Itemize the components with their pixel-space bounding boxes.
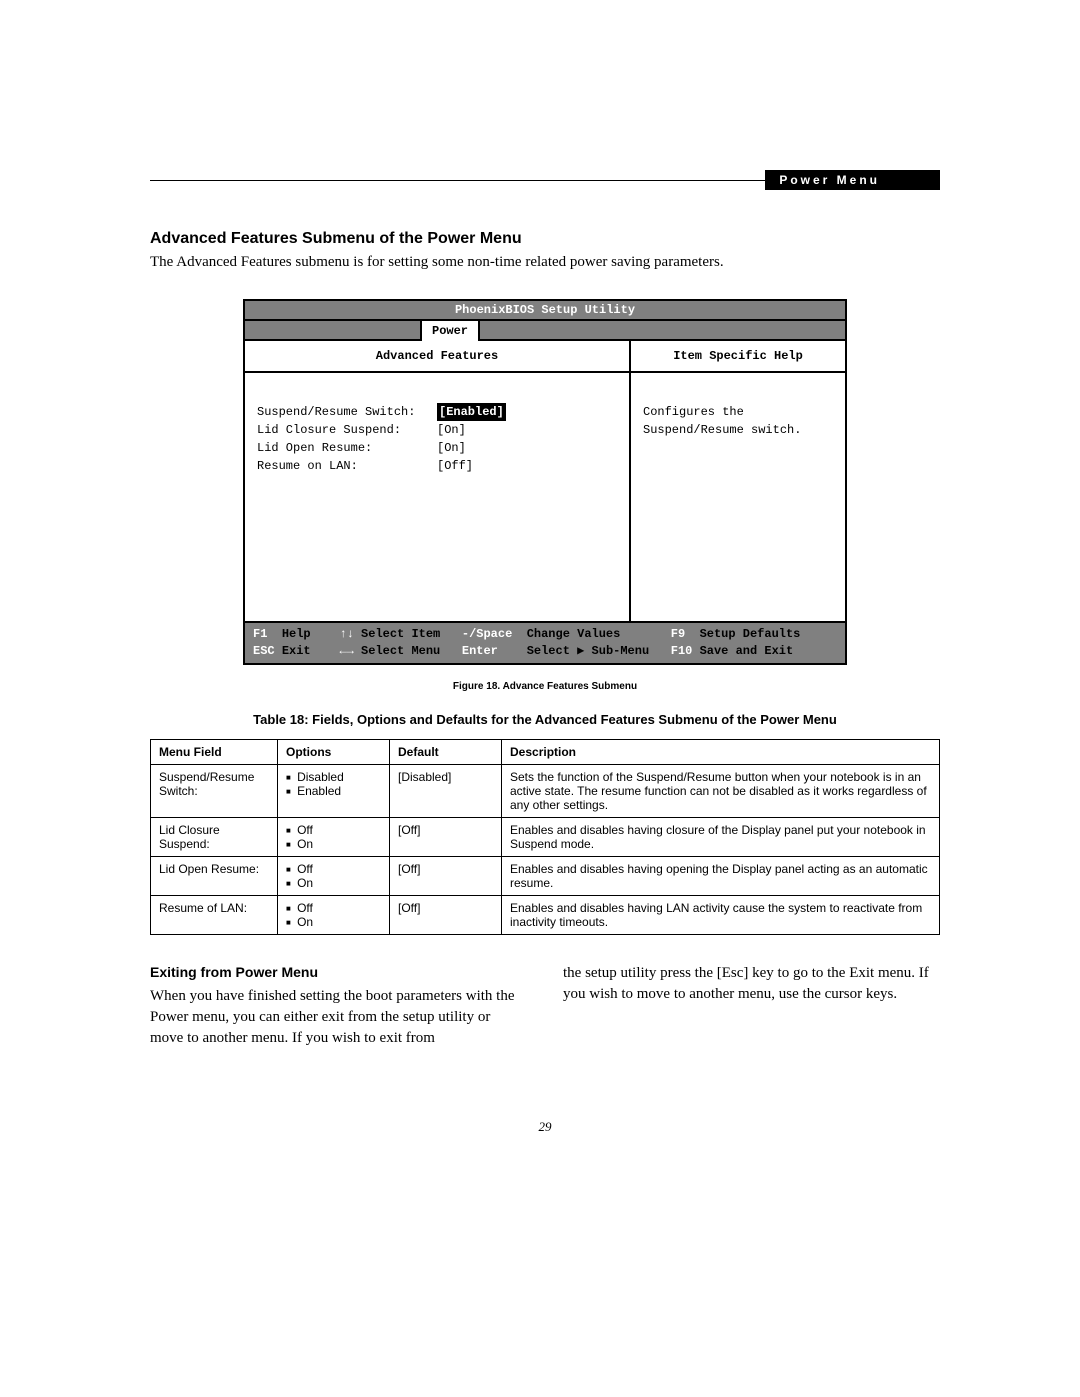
key-label: Select Menu [361, 643, 440, 660]
exit-text-left: When you have finished setting the boot … [150, 988, 514, 1046]
bios-row-lid-closure[interactable]: Lid Closure Suspend: [On] [257, 421, 617, 439]
bios-label: Lid Open Resume: [257, 439, 437, 457]
cell-desc: Sets the function of the Suspend/Resume … [502, 764, 940, 817]
key-label: Save and Exit [700, 643, 794, 660]
key-enter: Enter [462, 643, 498, 660]
exit-col-left: Exiting from Power Menu When you have fi… [150, 963, 527, 1050]
option-item: On [286, 876, 381, 890]
key-space: -/Space [462, 626, 512, 643]
option-item: Off [286, 901, 381, 915]
cell-default: [Disabled] [390, 764, 502, 817]
cell-desc: Enables and disables having LAN activity… [502, 895, 940, 934]
key-label: Select ▶ Sub-Menu [527, 643, 649, 660]
bios-window: PhoenixBIOS Setup Utility Power Advanced… [243, 299, 847, 665]
bios-value[interactable]: [Off] [437, 457, 473, 475]
bios-value-selected[interactable]: [Enabled] [437, 403, 506, 421]
table-row: Lid Closure Suspend: Off On [Off] Enable… [151, 817, 940, 856]
section-intro: The Advanced Features submenu is for set… [150, 254, 940, 271]
section-title: Advanced Features Submenu of the Power M… [150, 230, 940, 248]
bios-left-heading: Advanced Features [245, 341, 629, 373]
option-item: On [286, 915, 381, 929]
bios-row-lid-open[interactable]: Lid Open Resume: [On] [257, 439, 617, 457]
cell-options: Off On [278, 856, 390, 895]
th-description: Description [502, 739, 940, 764]
key-label: Select Item [361, 626, 440, 643]
cell-options: Disabled Enabled [278, 764, 390, 817]
key-label: Change Values [527, 626, 621, 643]
bios-label: Resume on LAN: [257, 457, 437, 475]
key-f10: F10 [671, 643, 693, 660]
bios-tabbar: Power [245, 321, 845, 341]
option-item: Enabled [286, 784, 381, 798]
cell-options: Off On [278, 817, 390, 856]
bios-footer: F1 Help ↑↓ Select Item -/Space Change Va… [245, 621, 845, 663]
cell-default: [Off] [390, 856, 502, 895]
option-item: Off [286, 862, 381, 876]
bios-label: Lid Closure Suspend: [257, 421, 437, 439]
bios-value[interactable]: [On] [437, 439, 466, 457]
options-table: Menu Field Options Default Description S… [150, 739, 940, 935]
bios-right-heading: Item Specific Help [631, 341, 845, 373]
option-item: Disabled [286, 770, 381, 784]
bios-label: Suspend/Resume Switch: [257, 403, 437, 421]
exit-col-right: the setup utility press the [Esc] key to… [563, 963, 940, 1050]
key-label: Setup Defaults [700, 626, 801, 643]
bios-title: PhoenixBIOS Setup Utility [245, 301, 845, 321]
key-f9: F9 [671, 626, 685, 643]
exit-text-right: the setup utility press the [Esc] key to… [563, 965, 929, 1002]
th-options: Options [278, 739, 390, 764]
key-esc: ESC [253, 643, 275, 660]
bios-tab-power[interactable]: Power [420, 321, 480, 341]
cell-desc: Enables and disables having opening the … [502, 856, 940, 895]
key-f1: F1 [253, 626, 267, 643]
key-label: Help [282, 626, 311, 643]
table-row: Resume of LAN: Off On [Off] Enables and … [151, 895, 940, 934]
cell-menu: Resume of LAN: [151, 895, 278, 934]
th-menu-field: Menu Field [151, 739, 278, 764]
option-item: Off [286, 823, 381, 837]
cell-menu: Lid Closure Suspend: [151, 817, 278, 856]
cell-default: [Off] [390, 895, 502, 934]
page-number: 29 [150, 1119, 940, 1135]
bios-row-suspend-resume[interactable]: Suspend/Resume Switch: [Enabled] [257, 403, 617, 421]
table-row: Lid Open Resume: Off On [Off] Enables an… [151, 856, 940, 895]
table-row: Suspend/Resume Switch: Disabled Enabled … [151, 764, 940, 817]
bios-row-resume-lan[interactable]: Resume on LAN: [Off] [257, 457, 617, 475]
bios-value[interactable]: [On] [437, 421, 466, 439]
option-item: On [286, 837, 381, 851]
cell-default: [Off] [390, 817, 502, 856]
th-default: Default [390, 739, 502, 764]
bios-left-pane: Advanced Features Suspend/Resume Switch:… [245, 341, 631, 621]
bios-help-text: Configures the Suspend/Resume switch. [643, 403, 833, 439]
header-rule [150, 180, 765, 181]
table-title: Table 18: Fields, Options and Defaults f… [150, 712, 940, 727]
cell-menu: Suspend/Resume Switch: [151, 764, 278, 817]
figure-caption: Figure 18. Advance Features Submenu [150, 681, 940, 692]
key-label: Exit [282, 643, 311, 660]
cell-desc: Enables and disables having closure of t… [502, 817, 940, 856]
cell-menu: Lid Open Resume: [151, 856, 278, 895]
key-updown: ↑↓ [339, 626, 353, 643]
key-leftright: ←→ [339, 643, 353, 660]
cell-options: Off On [278, 895, 390, 934]
exit-heading: Exiting from Power Menu [150, 963, 527, 983]
header-tag: Power Menu [765, 170, 940, 190]
bios-help-pane: Item Specific Help Configures the Suspen… [631, 341, 845, 621]
